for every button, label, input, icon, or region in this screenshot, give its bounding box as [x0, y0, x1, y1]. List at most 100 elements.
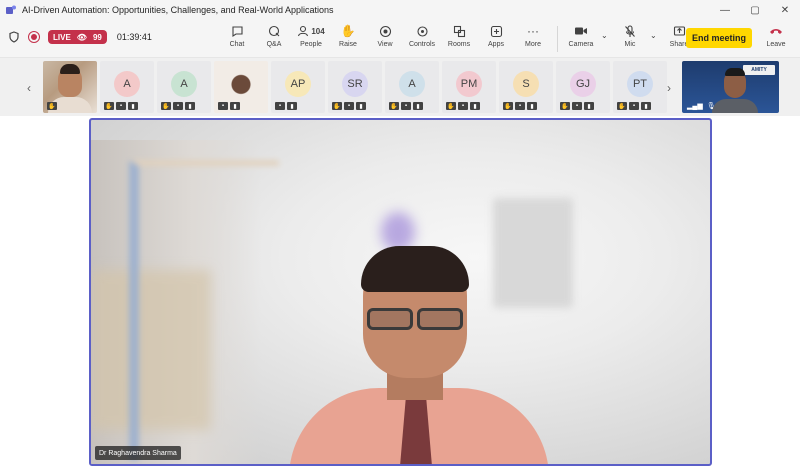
- chat-label: Chat: [229, 41, 245, 48]
- leave-button[interactable]: Leave: [760, 23, 792, 55]
- recording-icon: [28, 31, 40, 43]
- chat-icon: [231, 23, 244, 39]
- participant-tile[interactable]: A ✋ ▪ ▮: [385, 61, 439, 113]
- viewer-count: 99: [92, 32, 102, 42]
- hand-icon: ✋: [446, 102, 456, 110]
- main-speaker-video[interactable]: Dr Raghavendra Sharma: [89, 118, 712, 466]
- hand-icon: ✋: [332, 102, 342, 110]
- close-button[interactable]: ✕: [770, 0, 800, 20]
- end-meeting-button[interactable]: End meeting: [686, 28, 752, 48]
- people-icon: 104: [297, 23, 325, 39]
- qna-button[interactable]: Q&A: [257, 23, 291, 55]
- hand-icon: ✋: [560, 102, 570, 110]
- speaker-glasses: [367, 308, 465, 332]
- mic-muted-icon: ▮: [356, 102, 366, 110]
- tile-status-icons: ▪ ▮: [218, 102, 240, 110]
- toolbar-actions: Chat Q&A 104 People ✋ Raise View Control…: [220, 23, 699, 55]
- rooms-icon: [453, 23, 466, 39]
- participant-avatar: PM: [456, 71, 482, 97]
- meeting-timer: 01:39:41: [116, 32, 152, 42]
- controls-label: Controls: [408, 41, 436, 48]
- tile-status-icons: ✋ ▪ ▮: [503, 102, 537, 110]
- tile-status-icons: ✋ ▪ ▮: [104, 102, 138, 110]
- apps-icon: [490, 23, 503, 39]
- participant-photo: [58, 64, 82, 97]
- tile-status-icons: ✋ ▪ ▮: [617, 102, 651, 110]
- controls-button[interactable]: Controls: [405, 23, 439, 55]
- rooms-label: Rooms: [447, 41, 471, 48]
- participant-tile[interactable]: S ✋ ▪ ▮: [499, 61, 553, 113]
- participant-tile[interactable]: ▪ ▮: [214, 61, 268, 113]
- apps-label: Apps: [488, 41, 504, 48]
- more-button[interactable]: ··· More: [516, 23, 550, 55]
- hand-icon: ✋: [617, 102, 627, 110]
- camera-off-icon: ▪: [458, 102, 468, 110]
- participant-tile[interactable]: PM ✋ ▪ ▮: [442, 61, 496, 113]
- teams-icon: [6, 5, 16, 14]
- hand-icon: ✋: [503, 102, 513, 110]
- mic-muted-icon: ▮: [527, 102, 537, 110]
- mic-button[interactable]: Mic: [613, 23, 647, 55]
- camera-off-icon: ▪: [275, 102, 285, 110]
- speaker-hair: [361, 246, 469, 292]
- more-label: More: [525, 41, 541, 48]
- speaker-name-tag: Dr Raghavendra Sharma: [95, 446, 181, 460]
- participant-tile[interactable]: GJ ✋ ▪ ▮: [556, 61, 610, 113]
- chat-button[interactable]: Chat: [220, 23, 254, 55]
- camera-options-chevron-icon[interactable]: ⌄: [601, 23, 613, 55]
- participant-tile[interactable]: SR ✋ ▪ ▮: [328, 61, 382, 113]
- mic-muted-icon: ▮: [470, 102, 480, 110]
- raised-hand-icon: ✋: [47, 102, 57, 110]
- participant-avatar: A: [171, 71, 197, 97]
- live-label: LIVE: [53, 32, 71, 42]
- tile-status-icons: ✋ ▪ ▮: [161, 102, 195, 110]
- live-badge[interactable]: LIVE 👁 99: [48, 30, 107, 44]
- gallery-next-chevron-icon[interactable]: ›: [662, 78, 676, 98]
- apps-button[interactable]: Apps: [479, 23, 513, 55]
- mic-muted-icon: ▮: [641, 102, 651, 110]
- shield-icon[interactable]: [8, 31, 20, 43]
- raise-hand-icon: ✋: [340, 24, 356, 38]
- minimize-button[interactable]: —: [710, 0, 740, 20]
- viewers-icon: 👁: [76, 32, 87, 42]
- qna-icon: [268, 23, 281, 39]
- raise-hand-button[interactable]: ✋ Raise: [331, 23, 365, 55]
- participant-tile[interactable]: A ✋ ▪ ▮: [100, 61, 154, 113]
- view-label: View: [377, 41, 393, 48]
- camera-button[interactable]: Camera: [564, 23, 598, 55]
- camera-off-icon: ▪: [515, 102, 525, 110]
- self-status-icons: ▂▄▆ 🎙: [687, 102, 716, 110]
- camera-off-icon: ▪: [401, 102, 411, 110]
- tile-status-icons: ✋: [47, 102, 57, 110]
- mic-muted-icon: ▮: [287, 102, 297, 110]
- participant-avatar: A: [114, 71, 140, 97]
- participant-gallery: ‹ ✋ A ✋ ▪ ▮ A ✋ ▪ ▮ ▪ ▮ AP ▪ ▮ SR ✋ ▪ ▮ …: [0, 58, 800, 116]
- mic-muted-icon: ▮: [413, 102, 423, 110]
- rooms-button[interactable]: Rooms: [442, 23, 476, 55]
- meeting-status: LIVE 👁 99 01:39:41: [8, 30, 152, 44]
- maximize-button[interactable]: ▢: [740, 0, 770, 20]
- people-label: People: [300, 41, 322, 48]
- share-icon: [673, 23, 686, 39]
- mic-muted-icon: ▮: [584, 102, 594, 110]
- participant-avatar: S: [513, 71, 539, 97]
- participant-tile[interactable]: AP ▪ ▮: [271, 61, 325, 113]
- participant-avatar: GJ: [570, 71, 596, 97]
- controls-icon: [416, 23, 429, 39]
- mic-muted-icon: ▮: [230, 102, 240, 110]
- camera-off-icon: ▪: [344, 102, 354, 110]
- gallery-prev-chevron-icon[interactable]: ‹: [22, 78, 36, 98]
- self-view-tile[interactable]: AMITY ▂▄▆ 🎙: [682, 61, 779, 113]
- raise-label: Raise: [339, 41, 357, 48]
- participant-tile[interactable]: ✋: [43, 61, 97, 113]
- people-button[interactable]: 104 People: [294, 23, 328, 55]
- view-button[interactable]: View: [368, 23, 402, 55]
- participant-tile[interactable]: A ✋ ▪ ▮: [157, 61, 211, 113]
- participant-tile[interactable]: PT ✋ ▪ ▮: [613, 61, 667, 113]
- qna-label: Q&A: [266, 41, 282, 48]
- people-count: 104: [311, 26, 325, 36]
- mic-options-chevron-icon[interactable]: ⌄: [650, 23, 662, 55]
- participant-avatar: AP: [285, 71, 311, 97]
- hand-icon: ✋: [389, 102, 399, 110]
- hand-icon: ✋: [104, 102, 114, 110]
